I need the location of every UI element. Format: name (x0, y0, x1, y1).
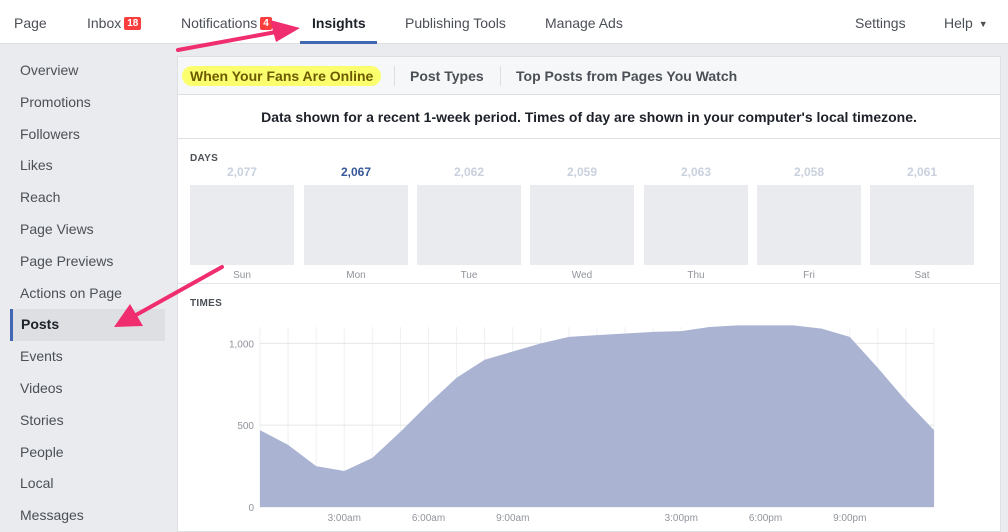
insights-panel: When Your Fans Are Online Post Types Top… (177, 56, 1001, 532)
day-box (644, 185, 748, 265)
sidebar-item-promotions[interactable]: Promotions (10, 87, 165, 119)
caret-down-icon: ▼ (978, 19, 988, 29)
active-tab-indicator (300, 41, 377, 44)
x-tick-label: 6:00am (412, 513, 445, 524)
sidebar-item-label: Videos (20, 380, 63, 396)
sidebar-item-videos[interactable]: Videos (10, 373, 165, 405)
sidebar-item-followers[interactable]: Followers (10, 119, 165, 151)
day-name: Sun (233, 270, 251, 281)
sidebar-item-label: Promotions (20, 93, 91, 110)
sidebar-item-stories[interactable]: Stories (10, 405, 165, 437)
day-name: Thu (687, 270, 705, 281)
sidebar-item-label: Likes (20, 157, 53, 174)
nav-help[interactable]: Help ▼ (944, 0, 988, 44)
sidebar-item-page-previews[interactable]: Page Previews (10, 246, 165, 278)
nav-notifications-label: Notifications (181, 15, 258, 31)
day-box (870, 185, 974, 265)
day-count: 2,067 (340, 165, 372, 179)
sidebar-item-label: Messages (20, 507, 84, 524)
sidebar-item-actions-on-page[interactable]: Actions on Page (10, 278, 165, 310)
sidebar-item-page-views[interactable]: Page Views (10, 214, 165, 246)
day-name: Fri (803, 270, 815, 281)
top-navigation: Page Inbox 18 Notifications 4 Insights Pub… (0, 0, 1008, 44)
inbox-badge: 18 (124, 17, 142, 30)
sidebar-item-posts[interactable]: Posts (10, 309, 165, 342)
day-count: 2,061 (906, 165, 938, 179)
x-tick-label: 3:00am (328, 513, 361, 524)
notifications-badge: 4 (260, 17, 272, 30)
day-name: Sat (914, 270, 930, 281)
nav-insights[interactable]: Insights (312, 0, 366, 44)
sidebar-item-label: Overview (20, 62, 79, 78)
x-tick-label: 9:00pm (833, 513, 866, 524)
sidebar-item-people[interactable]: People (10, 437, 165, 469)
day-box (757, 185, 861, 265)
sidebar-item-label: Posts (21, 316, 60, 333)
day-count: 2,063 (680, 165, 712, 179)
day-name: Tue (460, 270, 478, 281)
day-column[interactable]: 2,067 Mon (304, 57, 408, 281)
sidebar-item-label: Page Views (20, 221, 94, 237)
day-column[interactable]: 2,062 Tue (417, 57, 521, 281)
sidebar-item-label: Reach (20, 189, 61, 206)
sidebar-item-local[interactable]: Local (10, 468, 165, 500)
x-tick-label: 3:00pm (665, 513, 698, 524)
sidebar-item-label: Stories (20, 411, 64, 428)
sidebar-item-label: Actions on Page (20, 284, 122, 301)
y-tick-label: 0 (248, 503, 254, 514)
day-box (304, 185, 408, 265)
day-column[interactable]: 2,058 Fri (757, 57, 861, 281)
sidebar-item-likes[interactable]: Likes (10, 150, 165, 182)
day-box (417, 185, 521, 265)
times-area-chart: 0 500 1,000 3:00am 6:00am 9:00am 3:00pm 6:00pm… (229, 325, 935, 524)
sidebar-item-overview[interactable]: Overview (10, 55, 165, 87)
day-count: 2,058 (793, 165, 825, 179)
nav-publishing-tools-label: Publishing Tools (405, 15, 506, 31)
nav-settings-label: Settings (855, 15, 906, 31)
y-tick-label: 500 (237, 421, 254, 432)
day-count: 2,059 (566, 165, 598, 179)
nav-page-label: Page (14, 15, 47, 31)
sidebar-item-reach[interactable]: Reach (10, 182, 165, 214)
sidebar-item-label: Local (20, 475, 54, 492)
y-tick-label: 1,000 (229, 339, 254, 350)
nav-inbox-label: Inbox (87, 15, 122, 31)
day-box (530, 185, 634, 265)
x-tick-label: 9:00am (496, 513, 529, 524)
nav-help-label: Help (944, 15, 973, 31)
nav-publishing-tools[interactable]: Publishing Tools (405, 0, 506, 44)
insights-sidebar: Overview Promotions Followers Likes Reac… (0, 45, 170, 532)
day-name: Mon (346, 270, 366, 281)
nav-page[interactable]: Page (14, 0, 47, 44)
sidebar-item-label: Followers (20, 125, 80, 142)
sidebar-item-label: Page Previews (20, 252, 114, 269)
sidebar-item-label: Events (20, 348, 63, 365)
day-column[interactable]: 2,077 Sun (190, 57, 294, 281)
sidebar-item-messages[interactable]: Messages (10, 500, 165, 532)
day-name: Wed (571, 270, 593, 281)
sidebar-item-label: People (20, 443, 64, 460)
online-fans-area (260, 325, 934, 507)
nav-notifications[interactable]: Notifications 4 (181, 0, 272, 44)
day-column[interactable]: 2,061 Sat (870, 57, 974, 281)
nav-settings[interactable]: Settings (855, 0, 906, 44)
nav-manage-ads[interactable]: Manage Ads (545, 0, 623, 44)
times-section-label: TIMES (190, 298, 223, 309)
day-count: 2,062 (453, 165, 485, 179)
day-column[interactable]: 2,059 Wed (530, 57, 634, 281)
section-divider (178, 283, 1000, 284)
day-count: 2,077 (226, 165, 258, 179)
nav-insights-label: Insights (312, 15, 366, 31)
nav-manage-ads-label: Manage Ads (545, 15, 623, 31)
nav-inbox[interactable]: Inbox 18 (87, 0, 142, 44)
x-tick-label: 6:00pm (749, 513, 782, 524)
sidebar-item-events[interactable]: Events (10, 341, 165, 373)
day-box (190, 185, 294, 265)
day-column[interactable]: 2,063 Thu (644, 57, 748, 281)
